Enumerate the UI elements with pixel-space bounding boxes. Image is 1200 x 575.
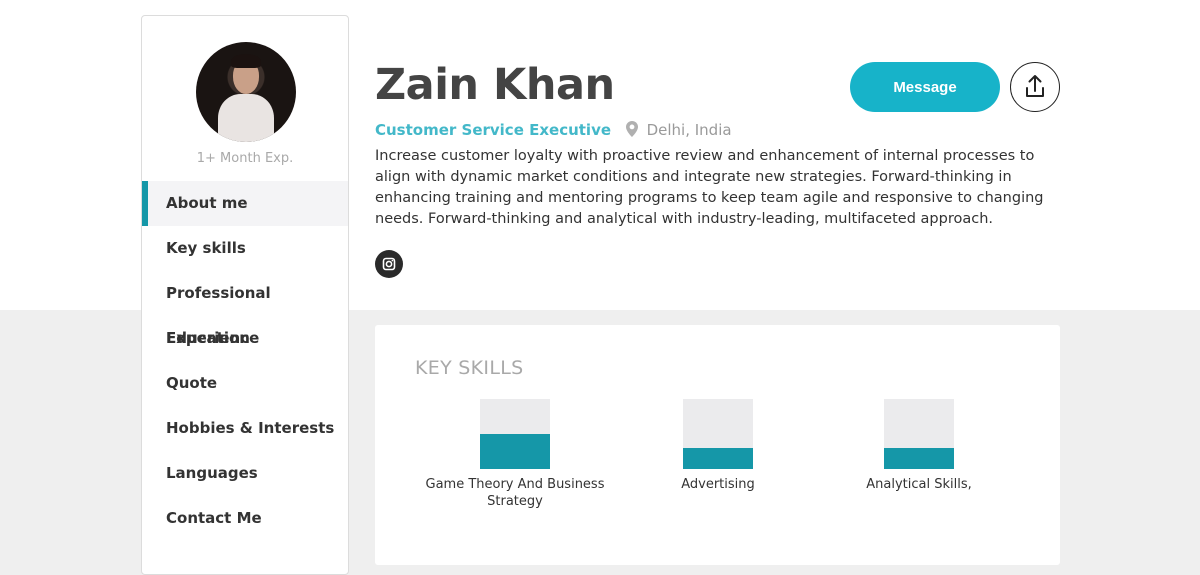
share-button[interactable] (1010, 62, 1060, 112)
experience-label: 1+ Month Exp. (196, 151, 294, 166)
message-button[interactable]: Message (850, 62, 1000, 112)
sidebar-item-quote[interactable]: Quote (142, 361, 348, 406)
sidebar-item-about-me[interactable]: About me (142, 181, 348, 226)
skill-item: Game Theory And Business Strategy (415, 399, 615, 510)
profile-bio: Increase customer loyalty with proactive… (375, 148, 1044, 227)
sidebar-item-contact-me[interactable]: Contact Me (142, 496, 348, 541)
sidebar-item-education[interactable]: Education (142, 316, 348, 361)
profile-name: Zain Khan (375, 60, 615, 110)
share-icon (1011, 75, 1059, 114)
skill-item: Analytical Skills, (819, 399, 1019, 493)
sidebar-menu: About me Key skills Professional Experie… (142, 181, 348, 541)
skill-bar (480, 399, 550, 469)
key-skills-title: KEY SKILLS (415, 357, 524, 379)
skill-bar (683, 399, 753, 469)
instagram-icon[interactable] (375, 250, 403, 278)
skill-bar-fill (480, 434, 550, 469)
sidebar-item-hobbies-interests[interactable]: Hobbies & Interests (142, 406, 348, 451)
skill-bar (884, 399, 954, 469)
skill-item: Advertising (618, 399, 818, 493)
profile-role: Customer Service Executive (375, 121, 612, 139)
avatar (196, 42, 296, 142)
profile-subline: Customer Service Executive Delhi, India (375, 121, 732, 141)
skill-bar-fill (683, 448, 753, 469)
key-skills-card: KEY SKILLS Game Theory And Business Stra… (375, 325, 1060, 565)
profile-location: Delhi, India (646, 121, 732, 139)
skill-bar-fill (884, 448, 954, 469)
sidebar-item-languages[interactable]: Languages (142, 451, 348, 496)
profile-sidebar: 1+ Month Exp. About me Key skills Profes… (141, 15, 349, 575)
sidebar-item-key-skills[interactable]: Key skills (142, 226, 348, 271)
sidebar-item-professional-experience[interactable]: Professional Experience (142, 271, 348, 347)
skill-label: Game Theory And Business Strategy (425, 477, 605, 509)
skill-label: Advertising (681, 477, 755, 492)
skill-label: Analytical Skills, (866, 477, 972, 492)
location-pin-icon (625, 121, 638, 141)
